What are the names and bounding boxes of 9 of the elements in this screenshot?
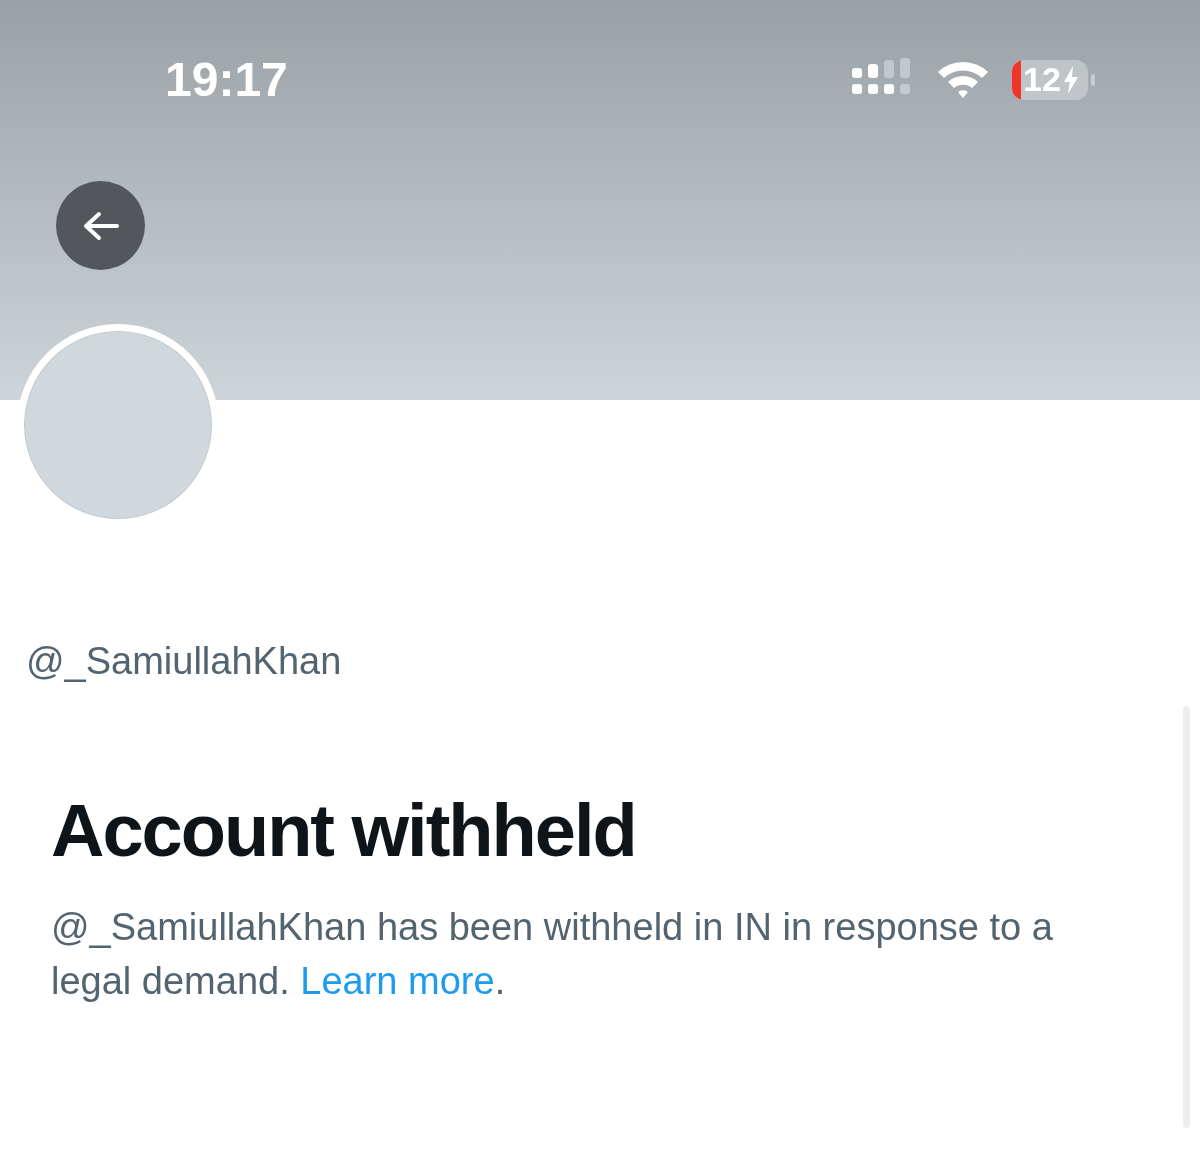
notice-title: Account withheld <box>51 788 637 874</box>
battery-charge-fill <box>1012 59 1021 100</box>
notice-text: @_SamiullahKhan has been withheld in IN in response to a legal demand. Learn more. <box>51 905 1054 1004</box>
profile-handle: @_SamiullahKhan <box>26 639 343 684</box>
bolt-icon <box>1062 65 1079 94</box>
status-time: 19:17 <box>165 52 288 107</box>
wifi-icon <box>936 59 990 100</box>
battery-percentage: 12 <box>1023 60 1061 99</box>
learn-more-link[interactable]: Learn more <box>300 960 495 1002</box>
